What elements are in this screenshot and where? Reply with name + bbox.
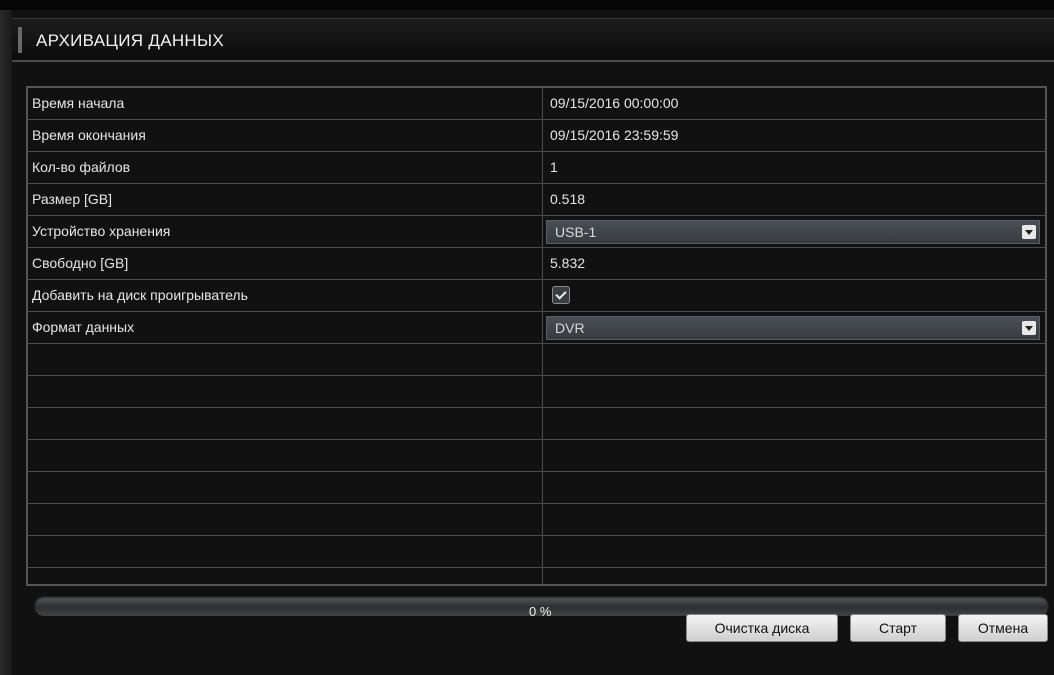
- backup-panel: Время начала 09/15/2016 00:00:00 Время о…: [12, 62, 1054, 675]
- row-free: Свободно [GB] 5.832: [28, 248, 1045, 280]
- size-label: Размер [GB]: [32, 191, 113, 207]
- row-end-time: Время окончания 09/15/2016 23:59:59: [28, 120, 1045, 152]
- settings-grid: Время начала 09/15/2016 00:00:00 Время о…: [26, 86, 1047, 586]
- chevron-down-icon[interactable]: [1022, 321, 1036, 335]
- empty-row: [28, 376, 1045, 408]
- row-data-format: Формат данных DVR: [28, 312, 1045, 344]
- empty-row: [28, 472, 1045, 504]
- free-value: 5.832: [550, 255, 586, 271]
- row-size: Размер [GB] 0.518: [28, 184, 1045, 216]
- cancel-button[interactable]: Отмена: [958, 614, 1048, 642]
- empty-row: [28, 344, 1045, 376]
- storage-device-value: USB-1: [555, 224, 597, 240]
- empty-row: [28, 536, 1045, 568]
- empty-row: [28, 440, 1045, 472]
- start-time-label: Время начала: [32, 95, 125, 111]
- data-format-label: Формат данных: [32, 319, 135, 335]
- empty-row: [28, 504, 1045, 536]
- end-time-label: Время окончания: [32, 127, 146, 143]
- free-label: Свободно [GB]: [32, 255, 129, 271]
- row-start-time: Время начала 09/15/2016 00:00:00: [28, 88, 1045, 120]
- storage-device-select[interactable]: USB-1: [546, 220, 1040, 244]
- row-file-count: Кол-во файлов 1: [28, 152, 1045, 184]
- storage-device-label: Устройство хранения: [32, 223, 171, 239]
- file-count-label: Кол-во файлов: [32, 159, 131, 175]
- end-time-value[interactable]: 09/15/2016 23:59:59: [550, 127, 678, 143]
- window-title: АРХИВАЦИЯ ДАННЫХ: [36, 31, 224, 50]
- left-frame: [0, 10, 12, 675]
- screen: АРХИВАЦИЯ ДАННЫХ Время начала 09/15/2016…: [0, 0, 1054, 675]
- start-button[interactable]: Старт: [850, 614, 946, 642]
- progress-percent: 0 %: [529, 604, 552, 619]
- data-format-select[interactable]: DVR: [546, 316, 1040, 340]
- data-format-value: DVR: [555, 320, 585, 336]
- row-storage-device: Устройство хранения USB-1: [28, 216, 1045, 248]
- add-player-checkbox[interactable]: [552, 286, 570, 304]
- file-count-value: 1: [550, 159, 558, 175]
- start-time-value[interactable]: 09/15/2016 00:00:00: [550, 95, 678, 111]
- row-add-player: Добавить на диск проигрыватель: [28, 280, 1045, 312]
- top-strip: [0, 0, 1054, 10]
- size-value: 0.518: [550, 191, 586, 207]
- clear-disk-button[interactable]: Очистка диска: [686, 614, 838, 642]
- title-bar: АРХИВАЦИЯ ДАННЫХ: [12, 18, 1054, 62]
- chevron-down-icon[interactable]: [1022, 225, 1036, 239]
- empty-row: [28, 408, 1045, 440]
- add-player-label: Добавить на диск проигрыватель: [32, 287, 248, 303]
